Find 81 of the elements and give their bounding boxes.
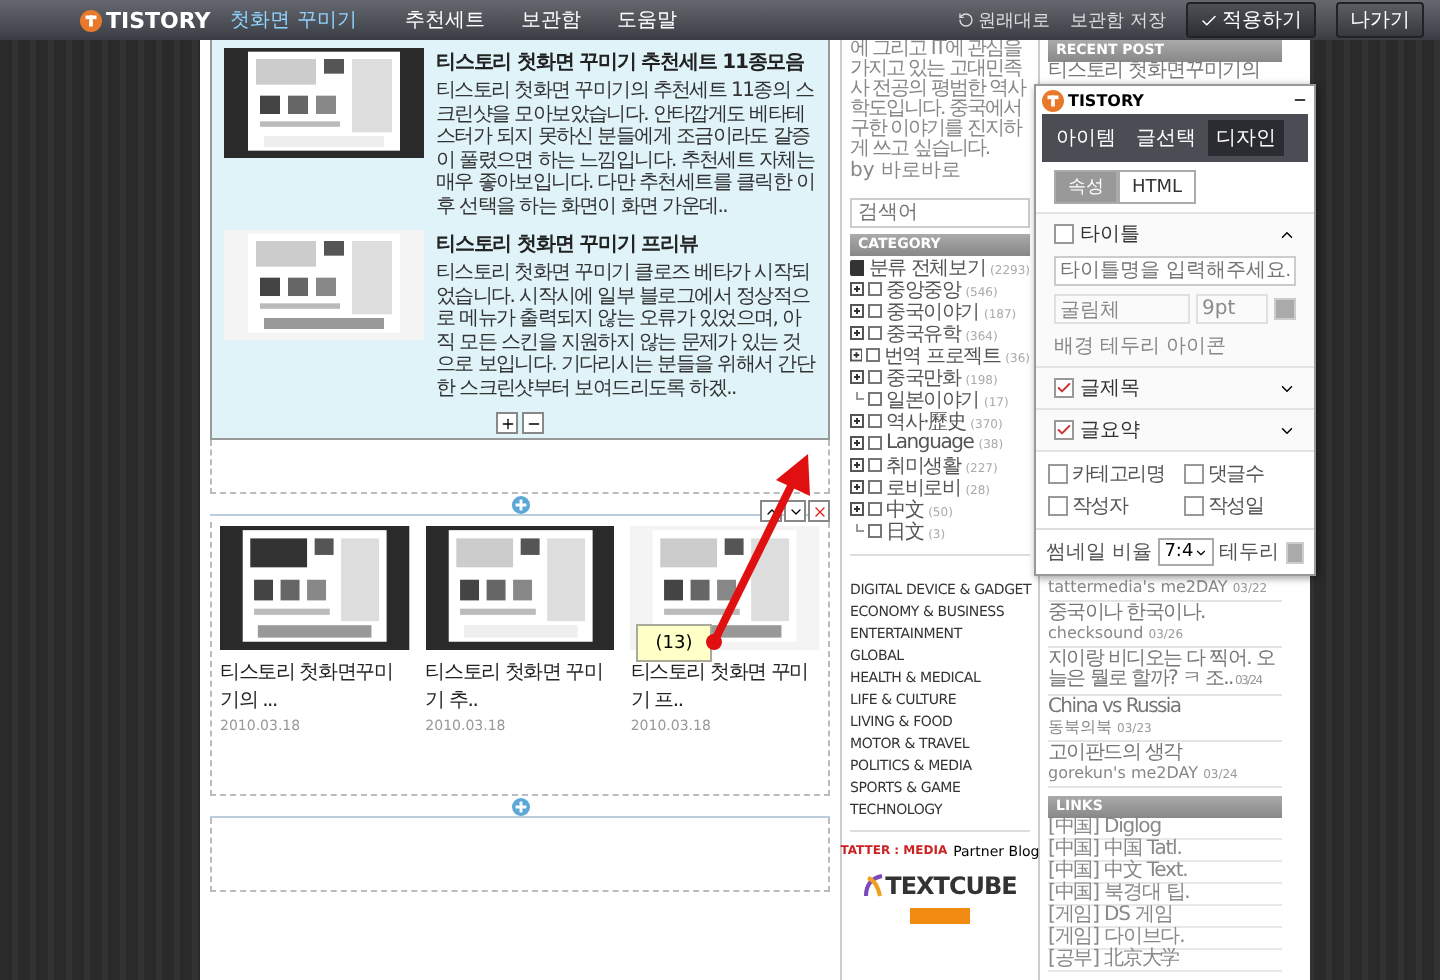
option-label: 카테고리명 xyxy=(1072,462,1165,488)
panel-logo: TISTORY xyxy=(1068,91,1144,109)
post-title[interactable]: 티스토리 첫화면꾸미기의 ... xyxy=(220,658,410,714)
recent-post[interactable]: 티스토리 첫화면꾸미기의 xyxy=(1048,62,1282,82)
checkbox[interactable] xyxy=(1054,420,1074,440)
post-excerpt: 티스토리 첫화면 꾸미기의 추천세트 11종의 스크린샷을 모아보았습니다. 안타깝게도 베타테스터가 되지 못하신 분들에게 조금이라도 갈증이 풀렸으면 하는 느낌입니다. 추천세트 자체는 매우 좋아보입니다. 다만 추천세트를 클릭한 이후 선택을 하는 화면이 화면 가운데.. xyxy=(436,80,816,218)
link-item[interactable]: [中国] 북경대 팁. xyxy=(1048,884,1282,906)
ratio-label: 썸네일 비율 xyxy=(1046,540,1153,566)
expand-icon[interactable] xyxy=(850,282,864,296)
title-field[interactable]: 타이틀명을 입력해주세요. xyxy=(1054,256,1296,286)
checkbox[interactable] xyxy=(1054,224,1074,244)
comment-text[interactable]: 고이판드의 생각 xyxy=(1048,744,1282,764)
close-icon xyxy=(811,503,827,519)
tab[interactable]: 아이템 xyxy=(1048,120,1124,156)
mode-toggle[interactable]: HTML xyxy=(1118,170,1197,204)
color-swatch[interactable] xyxy=(1285,541,1304,563)
nav-link[interactable]: 보관함 xyxy=(520,6,581,34)
restore-link[interactable]: 원래대로 xyxy=(958,7,1051,33)
expand-icon[interactable] xyxy=(850,502,864,516)
save-link[interactable]: 보관함 저장 xyxy=(1070,7,1166,33)
post-title[interactable]: 티스토리 첫화면 꾸미기 추.. xyxy=(425,658,615,714)
apply-button[interactable]: 적용하기 xyxy=(1186,2,1316,38)
ratio-select[interactable]: 7:4 xyxy=(1158,538,1214,566)
author-text: by 바로바로 xyxy=(850,160,963,182)
section-label: 글제목 xyxy=(1080,376,1142,402)
checkbox[interactable] xyxy=(1184,496,1204,516)
post-excerpt: 티스토리 첫화면 꾸미기 클로즈 베타가 시작되었습니다. 시작시에 일부 블로그에서 정상적으로 메뉴가 출력되지 않는 오류가 있었으며, 아직 모든 스킨을 지원하지 않는 문제가 있는 것으로 보입니다. 기다리시는 분들을 위해서 간단한 스크린샷부터 보여드리도록 하겠.. xyxy=(436,262,816,400)
checkbox[interactable] xyxy=(1048,464,1068,484)
cube-icon xyxy=(863,874,884,898)
close-button[interactable] xyxy=(808,500,830,522)
tab[interactable]: 글선택 xyxy=(1128,120,1204,156)
checkbox[interactable] xyxy=(1184,464,1204,484)
plus-icon xyxy=(499,415,515,431)
expand-icon[interactable] xyxy=(850,304,864,318)
comment-text[interactable]: 중국이나 한국이나. xyxy=(1048,604,1282,624)
move-down-button[interactable] xyxy=(784,500,806,522)
banner-graphic xyxy=(910,908,970,924)
expand-icon[interactable] xyxy=(850,348,863,362)
add-icon[interactable] xyxy=(511,495,529,513)
option-label: 댓글수 xyxy=(1208,462,1264,488)
expand-icon[interactable] xyxy=(850,370,864,384)
option-label: 작성자 xyxy=(1072,494,1128,520)
expand-icon[interactable] xyxy=(850,326,864,340)
add-button[interactable] xyxy=(496,412,518,434)
textcube-logo: TEXTCUBE xyxy=(885,872,1017,900)
option-label: 작성일 xyxy=(1208,494,1264,520)
search-field[interactable]: 검색어 xyxy=(850,198,1030,228)
expand-icon[interactable] xyxy=(850,436,864,450)
link-item[interactable]: [中国] 中文 Text. xyxy=(1048,862,1282,884)
checkbox[interactable] xyxy=(1054,378,1074,398)
post-title[interactable]: 티스토리 첫화면 꾸미기 프.. xyxy=(630,658,820,714)
expand-icon[interactable] xyxy=(850,458,864,472)
comment-text[interactable]: China vs Russia xyxy=(1048,698,1282,718)
link-item[interactable]: [게임] DS 게임 xyxy=(1048,906,1282,928)
nav-link[interactable]: 도움말 xyxy=(616,6,677,34)
logo-icon xyxy=(1042,89,1064,111)
exit-button[interactable]: 나가기 xyxy=(1336,2,1424,38)
post-title[interactable]: 티스토리 첫화면 꾸미기 프리뷰 xyxy=(436,230,816,258)
check-icon xyxy=(1200,11,1218,29)
caret-icon xyxy=(1193,545,1208,559)
logo-icon xyxy=(80,9,102,31)
color-swatch[interactable] xyxy=(1274,298,1296,320)
undo-icon xyxy=(958,12,975,28)
logo: TISTORY xyxy=(106,7,211,33)
link-item[interactable]: [게임] 다이브다. xyxy=(1048,928,1282,950)
page-title: 첫화면 꾸미기 xyxy=(230,8,357,34)
tab[interactable]: 디자인 xyxy=(1208,120,1284,156)
expand-icon[interactable] xyxy=(850,414,864,428)
expand-icon[interactable] xyxy=(850,480,864,494)
checkbox[interactable] xyxy=(1048,496,1068,516)
remove-button[interactable] xyxy=(522,412,544,434)
section-label: 글요약 xyxy=(1080,418,1142,444)
border-label: 테두리 xyxy=(1219,540,1280,566)
link-item[interactable]: [中国] 中国 Tatl. xyxy=(1048,840,1282,862)
style-option[interactable]: 배경 xyxy=(1054,332,1094,360)
nav-link[interactable]: 추천세트 xyxy=(404,6,485,34)
section-label: 타이틀 xyxy=(1080,222,1142,248)
post-title[interactable]: 티스토리 첫화면 꾸미기 추천세트 11종모음 xyxy=(436,48,816,76)
add-icon[interactable] xyxy=(511,797,529,815)
link-item[interactable]: [공부] 北京大学 xyxy=(1048,950,1282,972)
note-label: (13) xyxy=(636,624,712,662)
